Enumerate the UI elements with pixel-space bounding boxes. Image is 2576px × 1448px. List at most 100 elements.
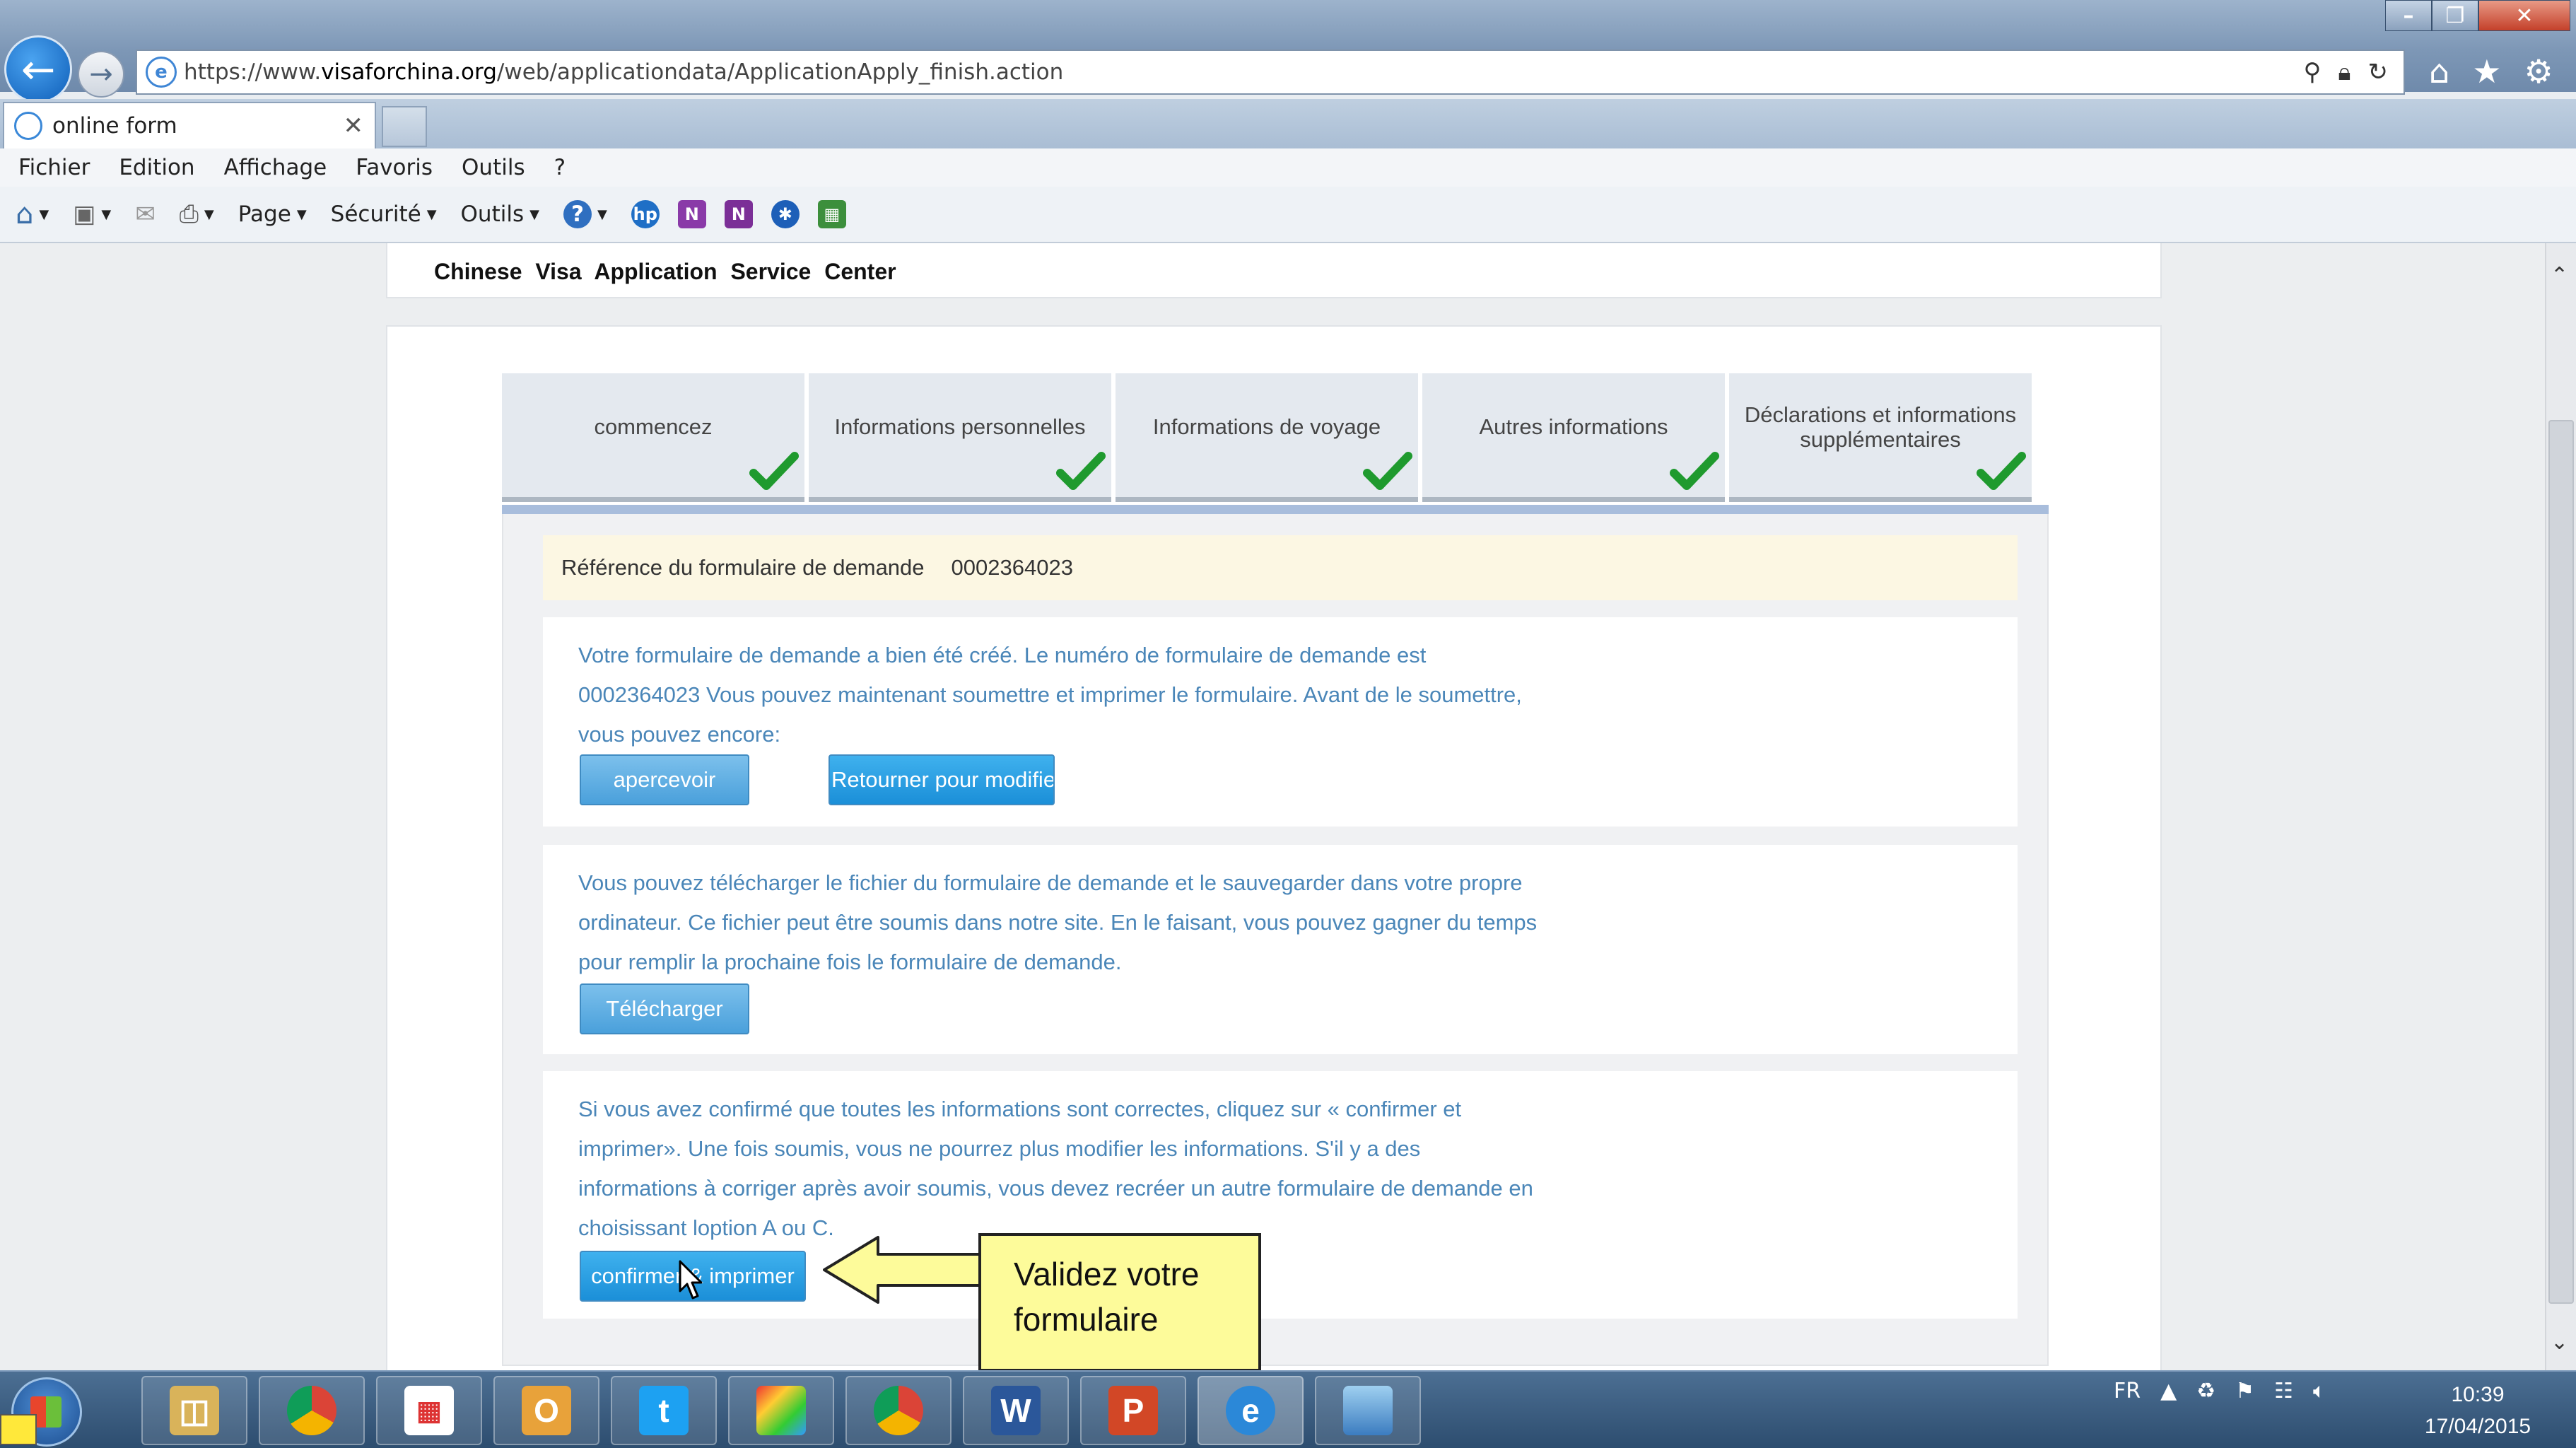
tools-menu-label: Outils bbox=[460, 202, 525, 227]
taskbar-chrome-profile[interactable] bbox=[259, 1376, 365, 1445]
media-icon bbox=[756, 1386, 806, 1435]
tab-online-form[interactable]: online form ✕ bbox=[3, 102, 376, 148]
page-favicon-icon: e bbox=[146, 57, 177, 88]
bluetooth-icon[interactable]: ✱ bbox=[771, 200, 800, 228]
scroll-down-icon[interactable]: ⌄ bbox=[2551, 1330, 2568, 1355]
step-label: Informations personnelles bbox=[834, 414, 1086, 440]
url-domain: visaforchina.org bbox=[321, 59, 497, 85]
progress-steps: commencez Informations personnelles Info… bbox=[502, 373, 2032, 502]
preview-button[interactable]: apercevoir bbox=[580, 754, 749, 805]
taskbar-media[interactable] bbox=[728, 1376, 834, 1445]
page-menu-label: Page bbox=[238, 202, 291, 227]
menu-fichier[interactable]: Fichier bbox=[18, 155, 90, 180]
taskbar-clock[interactable]: 10:39 17/04/2015 bbox=[2404, 1379, 2552, 1442]
taskbar-internet-explorer[interactable]: e bbox=[1198, 1376, 1304, 1445]
security-menu[interactable]: Sécurité ▼ bbox=[331, 202, 437, 227]
confirm-text: Si vous avez confirmé que toutes les inf… bbox=[578, 1097, 1533, 1240]
menu-bar: Fichier Edition Affichage Favoris Outils… bbox=[0, 148, 2576, 187]
back-icon: ← bbox=[21, 45, 56, 93]
back-button[interactable]: ← bbox=[4, 35, 72, 103]
menu-favoris[interactable]: Favoris bbox=[356, 155, 433, 180]
tab-close-icon[interactable]: ✕ bbox=[344, 112, 364, 140]
folder-icon: ◫ bbox=[170, 1386, 219, 1435]
lock-icon[interactable]: 🔒︎ bbox=[2338, 58, 2350, 86]
taskbar-powerpoint[interactable]: P bbox=[1080, 1376, 1186, 1445]
security-menu-label: Sécurité bbox=[330, 202, 421, 227]
browser-right-icons: ⌂ ★ ⚙ bbox=[2429, 52, 2553, 90]
help-command[interactable]: ? ▼ bbox=[563, 200, 607, 228]
callout-note: Validez votre formulaire bbox=[978, 1233, 1261, 1372]
action-center-flag-icon[interactable]: ⚑ bbox=[2235, 1379, 2254, 1403]
sticky-note-icon[interactable] bbox=[0, 1414, 37, 1445]
settings-icon[interactable]: ⚙ bbox=[2524, 52, 2553, 90]
forward-button[interactable]: → bbox=[78, 51, 124, 98]
feeds-command[interactable]: ▣ ▼ bbox=[73, 200, 111, 228]
search-icon[interactable]: ⚲ bbox=[2304, 58, 2322, 86]
taskbar-word[interactable]: W bbox=[963, 1376, 1069, 1445]
return-to-edit-button[interactable]: Retourner pour modifier bbox=[829, 754, 1055, 805]
print-command[interactable]: ⎙ ▼ bbox=[180, 200, 214, 228]
menu-help[interactable]: ? bbox=[554, 155, 566, 180]
taskbar-explorer[interactable]: ◫ bbox=[141, 1376, 247, 1445]
taskbar-apps[interactable]: ▦ bbox=[376, 1376, 482, 1445]
step-label: Informations de voyage bbox=[1152, 414, 1381, 440]
taskbar-chrome[interactable] bbox=[845, 1376, 952, 1445]
tray-expand-icon[interactable]: ▲ bbox=[2160, 1379, 2177, 1403]
hp-icon[interactable]: hp bbox=[631, 200, 660, 228]
window-controls: – ❐ ✕ bbox=[2385, 0, 2570, 31]
minimize-button[interactable]: – bbox=[2385, 0, 2432, 31]
menu-affichage[interactable]: Affichage bbox=[224, 155, 327, 180]
step-label: commencez bbox=[594, 414, 713, 440]
confirm-section: Si vous avez confirmé que toutes les inf… bbox=[543, 1071, 2018, 1319]
step-declarations[interactable]: Déclarations et informations supplémenta… bbox=[1729, 373, 2032, 502]
step-travel-info[interactable]: Informations de voyage bbox=[1116, 373, 1418, 502]
step-label: Autres informations bbox=[1479, 414, 1668, 440]
chinese-logo-icon bbox=[431, 243, 827, 256]
callout-arrow-icon bbox=[823, 1236, 981, 1304]
scroll-up-icon[interactable]: ⌃ bbox=[2551, 263, 2568, 288]
onenote-send-icon[interactable]: N bbox=[724, 200, 753, 228]
home-command[interactable]: ⌂ ▼ bbox=[16, 198, 49, 230]
network-icon[interactable]: ♻ bbox=[2196, 1379, 2215, 1403]
address-icons: ⚲ 🔒︎ ↻ bbox=[2304, 58, 2389, 86]
new-tab-button[interactable] bbox=[382, 106, 427, 147]
twitter-icon: t bbox=[639, 1386, 689, 1435]
download-button[interactable]: Télécharger bbox=[580, 983, 749, 1034]
check-icon bbox=[749, 452, 799, 490]
system-tray: FR ▲ ♻ ⚑ ☷ 🔈︎ bbox=[2114, 1379, 2326, 1403]
maximize-button[interactable]: ❐ bbox=[2432, 0, 2478, 31]
powerpoint-icon: P bbox=[1108, 1386, 1158, 1435]
addon-icon[interactable]: ▦ bbox=[817, 200, 846, 228]
tools-menu[interactable]: Outils ▼ bbox=[461, 202, 539, 227]
step-personal-info[interactable]: Informations personnelles bbox=[809, 373, 1111, 502]
volume-icon[interactable]: 🔈︎ bbox=[2313, 1379, 2326, 1403]
close-window-button[interactable]: ✕ bbox=[2478, 0, 2570, 31]
page-content: Chinese Visa Application Service Center … bbox=[0, 243, 2545, 1370]
home-icon[interactable]: ⌂ bbox=[2429, 52, 2449, 90]
home-icon: ⌂ bbox=[16, 198, 34, 230]
favorites-icon[interactable]: ★ bbox=[2472, 52, 2501, 90]
menu-edition[interactable]: Edition bbox=[119, 155, 194, 180]
onenote-icon[interactable]: N bbox=[677, 200, 706, 228]
page-menu[interactable]: Page ▼ bbox=[238, 202, 307, 227]
language-indicator[interactable]: FR bbox=[2114, 1379, 2141, 1403]
taskbar-outlook[interactable]: O bbox=[493, 1376, 599, 1445]
menu-outils[interactable]: Outils bbox=[462, 155, 525, 180]
download-text: Vous pouvez télécharger le fichier du fo… bbox=[578, 870, 1538, 974]
scrollbar-thumb[interactable] bbox=[2548, 420, 2574, 1304]
step-other-info[interactable]: Autres informations bbox=[1422, 373, 1725, 502]
created-text: Votre formulaire de demande a bien été c… bbox=[578, 643, 1522, 747]
power-icon[interactable]: ☷ bbox=[2274, 1379, 2293, 1403]
chrome-icon bbox=[874, 1386, 923, 1435]
taskbar-twitter[interactable]: t bbox=[611, 1376, 717, 1445]
taskbar-photos[interactable] bbox=[1315, 1376, 1421, 1445]
mail-command[interactable]: ✉ bbox=[135, 200, 156, 228]
check-icon bbox=[1363, 452, 1412, 490]
url-path: /web/applicationdata/ApplicationApply_fi… bbox=[496, 59, 1064, 85]
refresh-icon[interactable]: ↻ bbox=[2368, 58, 2389, 86]
created-section: Votre formulaire de demande a bien été c… bbox=[543, 617, 2018, 827]
address-bar[interactable]: e https://www.visaforchina.org/web/appli… bbox=[136, 49, 2405, 95]
vertical-scrollbar[interactable]: ⌃ ⌄ bbox=[2545, 243, 2576, 1370]
url-text[interactable]: https://www.visaforchina.org/web/applica… bbox=[184, 59, 2304, 85]
step-commencez[interactable]: commencez bbox=[502, 373, 804, 502]
